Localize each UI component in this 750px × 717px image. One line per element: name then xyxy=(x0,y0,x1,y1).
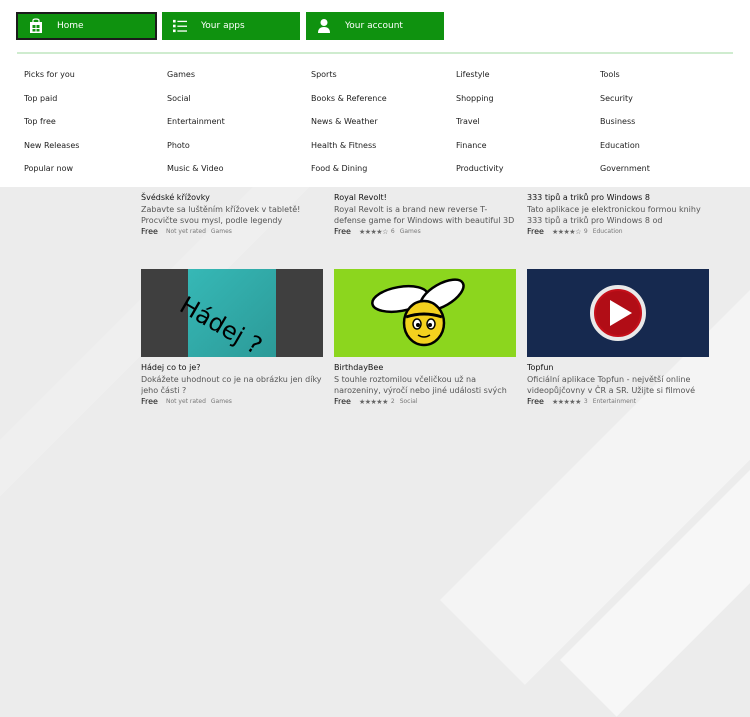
app-title: Hádej co to je? xyxy=(141,363,201,372)
menu-column-categories-4: Tools Security Business Education Govern… xyxy=(600,69,650,187)
bee-icon xyxy=(371,278,465,347)
menu-column-categories-1: Games Social Entertainment Photo Music &… xyxy=(167,69,225,187)
app-meta: Free Not yet rated Games xyxy=(141,227,323,236)
menu-item-security[interactable]: Security xyxy=(600,93,650,117)
app-description: Zabavte sa luštěním křížovek v tabletě! … xyxy=(141,205,301,225)
rating-count: 9 xyxy=(583,228,588,235)
app-rating-text: Not yet rated xyxy=(165,398,206,405)
divider xyxy=(17,52,733,54)
navigation-menu: Home Your apps Your account Picks for yo… xyxy=(0,0,750,187)
menu-item-government[interactable]: Government xyxy=(600,163,650,187)
app-price: Free xyxy=(334,227,351,236)
menu-item-new-releases[interactable]: New Releases xyxy=(24,140,79,164)
app-category: Entertainment xyxy=(592,398,636,405)
home-button[interactable]: Home xyxy=(16,12,157,40)
menu-item-health-fitness[interactable]: Health & Fitness xyxy=(311,140,387,164)
rating-count: 6 xyxy=(390,228,395,235)
menu-item-productivity[interactable]: Productivity xyxy=(456,163,503,187)
menu-item-top-free[interactable]: Top free xyxy=(24,116,79,140)
menu-item-education[interactable]: Education xyxy=(600,140,650,164)
your-apps-button-label: Your apps xyxy=(201,21,245,31)
app-tile-birthdaybee[interactable]: BirthdayBee S touhle roztomilou včeličko… xyxy=(334,269,516,406)
menu-column-categories-2: Sports Books & Reference News & Weather … xyxy=(311,69,387,187)
menu-item-finance[interactable]: Finance xyxy=(456,140,503,164)
app-price: Free xyxy=(527,227,544,236)
star-rating-icon: ★★★★★ xyxy=(551,397,581,406)
app-category: Social xyxy=(399,398,418,405)
app-title: Topfun xyxy=(527,363,554,372)
menu-item-travel[interactable]: Travel xyxy=(456,116,503,140)
menu-item-tools[interactable]: Tools xyxy=(600,69,650,93)
app-description: S touhle roztomilou včeličkou už na naro… xyxy=(334,375,507,395)
menu-item-social[interactable]: Social xyxy=(167,93,225,117)
star-rating-icon: ★★★★☆ xyxy=(551,227,581,236)
menu-item-news-weather[interactable]: News & Weather xyxy=(311,116,387,140)
menu-column-picks: Picks for you Top paid Top free New Rele… xyxy=(24,69,79,187)
menu-item-entertainment[interactable]: Entertainment xyxy=(167,116,225,140)
app-price: Free xyxy=(527,397,544,406)
menu-item-photo[interactable]: Photo xyxy=(167,140,225,164)
app-category: Games xyxy=(210,398,232,405)
menu-item-sports[interactable]: Sports xyxy=(311,69,387,93)
store-bag-icon xyxy=(29,18,43,34)
list-icon xyxy=(173,18,187,34)
app-title: Royal Revolt! xyxy=(334,193,387,202)
app-price: Free xyxy=(141,397,158,406)
home-button-label: Home xyxy=(57,21,84,31)
app-category: Games xyxy=(399,228,421,235)
play-icon xyxy=(590,285,646,341)
app-price: Free xyxy=(334,397,351,406)
menu-column-categories-3: Lifestyle Shopping Travel Finance Produc… xyxy=(456,69,503,187)
app-meta: Free ★★★★★ 2 Social xyxy=(334,397,516,406)
menu-item-picks-for-you[interactable]: Picks for you xyxy=(24,69,79,93)
app-tile-image xyxy=(527,269,709,357)
your-account-button-label: Your account xyxy=(345,21,403,31)
menu-item-business[interactable]: Business xyxy=(600,116,650,140)
app-meta: Free ★★★★☆ 6 Games xyxy=(334,227,516,236)
app-description: Tato aplikace je elektronickou formou kn… xyxy=(527,205,701,225)
app-tile-topfun[interactable]: Topfun Oficiální aplikace Topfun - nejvě… xyxy=(527,269,709,406)
app-tile-hadej[interactable]: Hádej ? Hádej co to je? Dokážete uhodnou… xyxy=(141,269,323,406)
your-apps-button[interactable]: Your apps xyxy=(162,12,300,40)
app-meta: Free Not yet rated Games xyxy=(141,397,323,406)
rating-count: 3 xyxy=(583,398,588,405)
app-description: Royal Revolt is a brand new reverse T-de… xyxy=(334,205,515,225)
app-category: Games xyxy=(210,228,232,235)
menu-item-lifestyle[interactable]: Lifestyle xyxy=(456,69,503,93)
app-description: Dokážete uhodnout co je na obrázku jen d… xyxy=(141,375,322,395)
person-icon xyxy=(317,18,331,34)
star-rating-icon: ★★★★★ xyxy=(358,397,388,406)
app-tile-image xyxy=(334,269,516,357)
menu-item-music-video[interactable]: Music & Video xyxy=(167,163,225,187)
app-price: Free xyxy=(141,227,158,236)
menu-item-popular-now[interactable]: Popular now xyxy=(24,163,79,187)
rating-count: 2 xyxy=(390,398,395,405)
app-title: 333 tipů a triků pro Windows 8 xyxy=(527,193,650,202)
app-meta: Free ★★★★★ 3 Entertainment xyxy=(527,397,709,406)
star-rating-icon: ★★★★☆ xyxy=(358,227,388,236)
app-rating-text: Not yet rated xyxy=(165,228,206,235)
your-account-button[interactable]: Your account xyxy=(306,12,444,40)
menu-item-top-paid[interactable]: Top paid xyxy=(24,93,79,117)
app-category: Education xyxy=(592,228,623,235)
app-title: Švédské křížovky xyxy=(141,193,210,202)
menu-item-shopping[interactable]: Shopping xyxy=(456,93,503,117)
app-tile-image: Hádej ? xyxy=(141,269,323,357)
menu-item-food-dining[interactable]: Food & Dining xyxy=(311,163,387,187)
menu-item-games[interactable]: Games xyxy=(167,69,225,93)
app-description: Oficiální aplikace Topfun - největší onl… xyxy=(527,375,696,395)
app-meta: Free ★★★★☆ 9 Education xyxy=(527,227,709,236)
menu-item-books-reference[interactable]: Books & Reference xyxy=(311,93,387,117)
app-title: BirthdayBee xyxy=(334,363,384,372)
